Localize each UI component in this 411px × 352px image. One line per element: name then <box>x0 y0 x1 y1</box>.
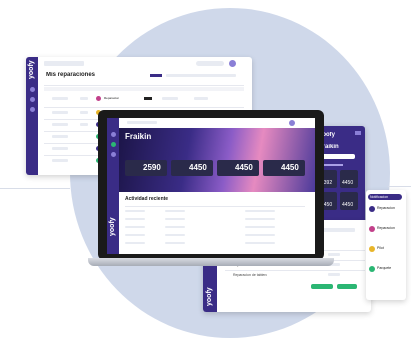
status-badge: Notificacion <box>368 194 402 200</box>
dashboard-icon[interactable] <box>111 142 116 147</box>
avatar[interactable] <box>229 60 236 67</box>
list-item[interactable]: Reparacion <box>377 226 395 230</box>
laptop-base <box>88 258 334 266</box>
activity-table <box>125 210 305 250</box>
home-icon[interactable] <box>111 132 116 137</box>
divider <box>388 186 411 187</box>
divider <box>0 188 70 189</box>
logo: yoofy <box>109 217 116 236</box>
search-input[interactable] <box>44 61 84 67</box>
list-item[interactable]: Reparacion de tablero <box>233 273 267 277</box>
user-menu[interactable] <box>196 61 224 66</box>
list-icon[interactable] <box>111 152 116 157</box>
tabs[interactable] <box>166 74 236 77</box>
menu-icon[interactable] <box>355 131 361 135</box>
avatar <box>369 206 375 212</box>
list-item[interactable]: Parquete <box>377 266 391 270</box>
table-header <box>44 87 244 91</box>
avatar <box>369 246 375 252</box>
list-icon[interactable] <box>30 97 35 102</box>
search-input[interactable] <box>319 154 355 159</box>
page-title: Mis reparaciones <box>46 72 96 78</box>
sidebar: yoofy <box>26 57 38 175</box>
stat-card: 4450 <box>263 160 305 176</box>
avatar <box>369 226 375 232</box>
avatar[interactable] <box>289 120 295 126</box>
stat-card: 4450 <box>340 170 358 188</box>
stat-card: 4450 <box>340 192 358 210</box>
primary-button[interactable] <box>311 284 333 289</box>
home-icon[interactable] <box>30 87 35 92</box>
notifications-panel: Notificacion Reparacion Reparacion Pilot… <box>366 190 406 300</box>
stat-card: 2590 <box>125 160 167 176</box>
avatar <box>369 266 375 272</box>
sidebar: yoofy <box>107 118 119 254</box>
section-title: Actividad reciente <box>125 196 169 202</box>
stat-card: 4450 <box>171 160 213 176</box>
secondary-button[interactable] <box>337 284 357 289</box>
laptop-lid: yoofy Fraikin 2590 4450 4450 4450 Activi… <box>98 110 324 260</box>
list-item[interactable]: Reparacion <box>377 206 395 210</box>
settings-icon[interactable] <box>30 107 35 112</box>
tab-active[interactable] <box>150 74 162 77</box>
hero-banner: Fraikin 2590 4450 4450 4450 <box>119 128 315 192</box>
list-item[interactable]: Pilot <box>377 246 384 250</box>
logo: yoofy <box>206 287 213 306</box>
search-input[interactable] <box>127 121 157 124</box>
table-header-line <box>44 85 244 86</box>
logo: yoofy <box>28 60 35 79</box>
stat-card: 4450 <box>217 160 259 176</box>
brand-title: Fraikin <box>125 132 152 141</box>
laptop-screen: yoofy Fraikin 2590 4450 4450 4450 Activi… <box>107 118 315 254</box>
